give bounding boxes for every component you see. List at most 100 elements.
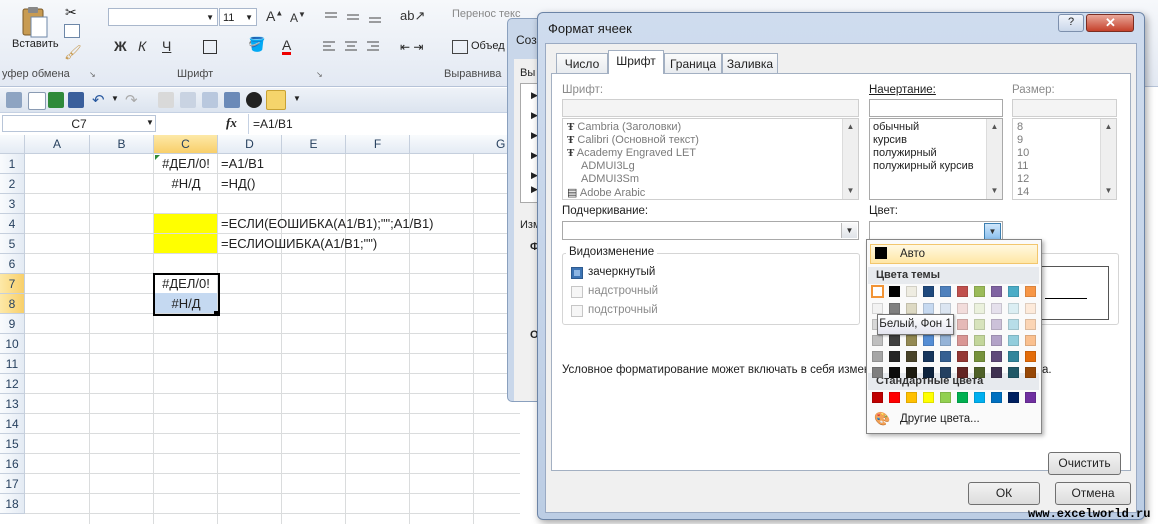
theme-shade-swatch[interactable] <box>1008 303 1019 314</box>
column-header-f[interactable]: F <box>346 135 410 154</box>
record-icon[interactable] <box>246 92 262 108</box>
font-item[interactable]: ADMUI3Sm <box>581 173 639 185</box>
dialog-launcher-icon[interactable]: ↘ <box>89 70 96 79</box>
theme-shade-swatch[interactable] <box>1008 319 1019 330</box>
size-input[interactable] <box>1012 99 1117 117</box>
new-file-icon[interactable] <box>28 92 46 110</box>
theme-shade-swatch[interactable] <box>906 351 917 362</box>
excel-icon[interactable] <box>48 92 64 108</box>
theme-shade-swatch[interactable] <box>957 303 968 314</box>
theme-shade-swatch[interactable] <box>957 351 968 362</box>
standard-color-swatch[interactable] <box>906 392 917 403</box>
spelling-icon[interactable] <box>180 92 196 108</box>
row-header-4[interactable]: 4 <box>0 214 25 234</box>
theme-color-swatch[interactable] <box>940 286 951 297</box>
font-input[interactable] <box>562 99 859 117</box>
table-icon[interactable] <box>224 92 240 108</box>
close-button[interactable]: ✕ <box>1086 14 1134 32</box>
undo-dropdown-icon[interactable]: ▼ <box>111 94 119 103</box>
font-list-scrollbar[interactable]: ▲ ▼ <box>842 119 858 199</box>
fx-icon[interactable]: fx <box>226 115 237 131</box>
save-icon[interactable] <box>68 92 84 108</box>
size-item[interactable]: 9 <box>1017 134 1023 146</box>
print-preview-icon[interactable] <box>158 92 174 108</box>
theme-shade-swatch[interactable] <box>1025 367 1036 378</box>
tab-number[interactable]: Число <box>556 53 608 73</box>
row-header-15[interactable]: 15 <box>0 434 25 454</box>
theme-color-swatch[interactable] <box>923 286 934 297</box>
style-list[interactable]: обычный курсив полужирный полужирный кур… <box>869 118 1003 200</box>
theme-shade-swatch[interactable] <box>906 335 917 346</box>
orientation-icon[interactable]: ab↗ <box>400 8 425 24</box>
theme-shade-swatch[interactable] <box>872 303 883 314</box>
theme-color-swatch[interactable] <box>957 286 968 297</box>
row-header-7[interactable]: 7 <box>0 274 25 294</box>
font-size-combo[interactable]: 11 ▼ <box>219 8 257 26</box>
font-item[interactable]: ADMUI3Lg <box>581 160 635 172</box>
row-header-3[interactable]: 3 <box>0 194 25 214</box>
theme-shade-swatch[interactable] <box>974 367 985 378</box>
style-item[interactable]: полужирный <box>873 147 937 159</box>
theme-shade-swatch[interactable] <box>957 335 968 346</box>
tab-border[interactable]: Граница <box>664 53 722 73</box>
theme-color-swatch[interactable] <box>889 286 900 297</box>
theme-color-swatch[interactable] <box>1008 286 1019 297</box>
more-colors-option[interactable]: Другие цвета... <box>900 413 980 425</box>
theme-shade-swatch[interactable] <box>991 319 1002 330</box>
theme-shade-swatch[interactable] <box>957 367 968 378</box>
theme-shade-swatch[interactable] <box>991 335 1002 346</box>
theme-shade-swatch[interactable] <box>872 367 883 378</box>
standard-color-swatch[interactable] <box>872 392 883 403</box>
lock-icon[interactable] <box>266 90 286 110</box>
format-painter-icon[interactable]: 🖌 <box>64 44 82 61</box>
row-header-17[interactable]: 17 <box>0 474 25 494</box>
size-item[interactable]: 12 <box>1017 173 1029 185</box>
align-horizontal-icons[interactable] <box>323 40 393 54</box>
row-header-13[interactable]: 13 <box>0 394 25 414</box>
theme-shade-swatch[interactable] <box>872 335 883 346</box>
help-button[interactable]: ? <box>1058 14 1084 32</box>
theme-shade-swatch[interactable] <box>974 319 985 330</box>
standard-color-swatch[interactable] <box>957 392 968 403</box>
underline-combo[interactable]: ▼ <box>562 221 859 240</box>
row-header-11[interactable]: 11 <box>0 354 25 374</box>
automatic-color-option[interactable] <box>870 244 1038 264</box>
theme-shade-swatch[interactable] <box>1025 351 1036 362</box>
row-header-16[interactable]: 16 <box>0 454 25 474</box>
row-header-14[interactable]: 14 <box>0 414 25 434</box>
cell-d2[interactable]: =НД() <box>221 174 255 194</box>
size-list-scrollbar[interactable]: ▲ ▼ <box>1100 119 1116 199</box>
theme-shade-swatch[interactable] <box>940 367 951 378</box>
font-name-combo[interactable]: ▼ <box>108 8 218 26</box>
style-list-scrollbar[interactable]: ▲ ▼ <box>986 119 1002 199</box>
theme-shade-swatch[interactable] <box>1008 367 1019 378</box>
column-header-e[interactable]: E <box>282 135 346 154</box>
clear-button[interactable]: Очистить <box>1048 452 1121 475</box>
tab-font[interactable]: Шрифт <box>608 50 664 74</box>
column-header-a[interactable]: A <box>25 135 90 154</box>
theme-shade-swatch[interactable] <box>889 367 900 378</box>
superscript-checkbox[interactable] <box>571 286 583 298</box>
standard-color-swatch[interactable] <box>940 392 951 403</box>
style-input[interactable] <box>869 99 1003 117</box>
customize-qat-icon[interactable]: ▼ <box>293 94 301 103</box>
standard-color-swatch[interactable] <box>923 392 934 403</box>
standard-color-swatch[interactable] <box>991 392 1002 403</box>
cell-d1[interactable]: =A1/B1 <box>221 154 264 174</box>
subscript-checkbox[interactable] <box>571 305 583 317</box>
theme-shade-swatch[interactable] <box>940 351 951 362</box>
name-box-dropdown-icon[interactable]: ▼ <box>146 118 154 127</box>
theme-shade-swatch[interactable] <box>991 351 1002 362</box>
size-list[interactable]: 8 9 10 11 12 14 ▲ ▼ <box>1012 118 1117 200</box>
theme-color-swatch[interactable] <box>1025 286 1036 297</box>
theme-shade-swatch[interactable] <box>906 303 917 314</box>
standard-color-swatch[interactable] <box>974 392 985 403</box>
theme-shade-swatch[interactable] <box>923 303 934 314</box>
theme-shade-swatch[interactable] <box>974 351 985 362</box>
theme-shade-swatch[interactable] <box>1025 319 1036 330</box>
theme-shade-swatch[interactable] <box>940 303 951 314</box>
column-header-d[interactable]: D <box>218 135 282 154</box>
subscript-label[interactable]: подстрочный <box>588 304 658 316</box>
formula-input[interactable]: =A1/B1 <box>253 117 293 131</box>
theme-color-swatch[interactable] <box>974 286 985 297</box>
